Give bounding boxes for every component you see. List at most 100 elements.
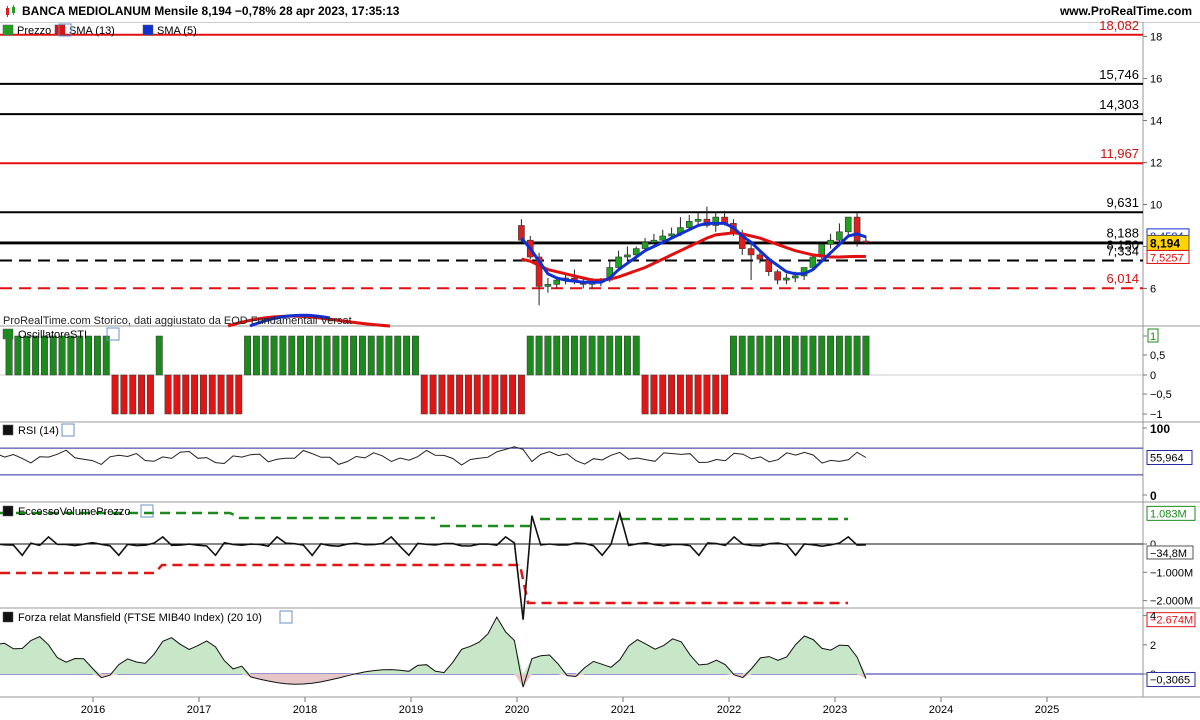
candle-body [783, 277, 790, 281]
sti-bar [729, 335, 737, 376]
sti-bar [323, 335, 331, 376]
price-axis-label: 10 [1150, 200, 1162, 212]
x-axis-label: 2023 [823, 704, 847, 716]
price-axis-label: 12 [1150, 158, 1162, 170]
x-axis-label: 2025 [1035, 704, 1059, 716]
sti-bar [191, 374, 199, 415]
sti-bar [747, 335, 755, 376]
sti-bar [676, 374, 684, 415]
sti-bar [827, 335, 835, 376]
candle-body [553, 279, 561, 285]
sti-bar [438, 374, 446, 415]
sti-bar [85, 335, 93, 376]
legend-label: Prezzo [17, 25, 51, 37]
sti-bar [199, 374, 207, 415]
rsi-legend-label: RSI (14) [18, 425, 59, 437]
sti-bar [376, 335, 384, 376]
sti-bar [517, 374, 525, 415]
sti-bar [155, 335, 163, 376]
price-level-label: 9,631 [1106, 195, 1139, 210]
chart-canvas[interactable]: 2016 2017 2018 2019 2020 2021 2022 2023 2024 2025… [0, 0, 1200, 720]
evp-lower-label: −2.674M [1150, 615, 1193, 627]
sti-bar [756, 335, 764, 376]
sti-bar [305, 335, 313, 376]
x-axis-label: 2016 [81, 704, 105, 716]
legend-label: SMA (5) [157, 25, 197, 37]
candle-body [747, 248, 755, 256]
sti-bar [297, 335, 305, 376]
sti-bar [579, 335, 587, 376]
evp-lower-band [0, 563, 848, 605]
sti-legend-label: OscillatoreSTI [18, 329, 87, 341]
evp-axis-label: −1.000M [1150, 567, 1193, 579]
sti-bar [341, 335, 349, 376]
candle-body [624, 254, 631, 258]
mansfield-axis-label: 2 [1150, 640, 1156, 652]
sti-bar [76, 335, 84, 376]
sti-bar [173, 374, 181, 415]
sti-bar [235, 374, 243, 415]
x-axis-area [0, 697, 1200, 720]
sti-bar [473, 374, 481, 415]
sti-bar [403, 335, 411, 376]
mansfield-negative-area [0, 674, 866, 688]
sti-bar [332, 335, 340, 376]
sti-bar [40, 335, 48, 376]
price-level-label: 18,082 [1099, 18, 1139, 33]
sti-bar [570, 335, 578, 376]
sti-bar [632, 335, 640, 376]
x-axis-label: 2022 [717, 704, 741, 716]
sti-bar [597, 335, 605, 376]
candle-body [685, 221, 693, 228]
sti-bar [694, 374, 702, 415]
sti-bar [774, 335, 782, 376]
legend-swatch [2, 424, 14, 436]
sti-bar [606, 335, 614, 376]
watermark-text: ProRealTime.com Storico, dati aggiustato… [3, 315, 352, 327]
sti-bar [164, 374, 172, 415]
sti-bar [270, 335, 278, 376]
evp-axis-label: −2.000M [1150, 596, 1193, 608]
sti-axis-label: 1 [1150, 331, 1156, 343]
sti-bar [526, 335, 534, 376]
sti-bar [464, 374, 472, 415]
sti-bar [244, 335, 252, 376]
candle-body [844, 216, 852, 233]
sti-bar [5, 335, 13, 376]
sti-axis-label: 0,5 [1150, 350, 1165, 362]
sti-bar [835, 335, 843, 376]
sti-bar [120, 374, 128, 415]
sti-bar [685, 374, 693, 415]
sti-bar [146, 374, 154, 415]
sma5-line [520, 221, 867, 284]
mansfield-axis-label: 4 [1150, 611, 1156, 623]
sti-bar [721, 374, 729, 415]
price-level-label: 7,334 [1106, 243, 1139, 258]
mansfield-legend-label: Forza relat Mansfield (FTSE MIB40 Index)… [18, 612, 262, 624]
legend-swatch [2, 328, 14, 340]
sti-bar [491, 374, 499, 415]
rsi-line [0, 446, 867, 466]
legend-swatch [54, 24, 66, 36]
sti-bar [252, 335, 260, 376]
price-axis-label: 18 [1150, 32, 1162, 44]
price-level-label: 6,014 [1106, 271, 1139, 286]
sti-bar [111, 374, 119, 415]
sti-bar [358, 335, 366, 376]
sti-bar [102, 335, 110, 376]
candle-body [853, 216, 861, 242]
price-level-label: 11,967 [1100, 146, 1139, 161]
sti-bar [809, 335, 817, 376]
sti-bar [32, 335, 40, 376]
evp-value-label: −34,8M [1150, 548, 1187, 560]
wrench-icon [140, 504, 154, 518]
x-axis-label: 2021 [611, 704, 635, 716]
sti-axis-label: 0 [1150, 370, 1156, 382]
legend-swatch [2, 505, 14, 517]
sti-bar [535, 335, 543, 376]
sti-bar [208, 374, 216, 415]
price-axis-label: 6 [1150, 284, 1156, 296]
sti-bar [279, 335, 287, 376]
sti-bar [288, 335, 296, 376]
candle-body [641, 242, 649, 249]
